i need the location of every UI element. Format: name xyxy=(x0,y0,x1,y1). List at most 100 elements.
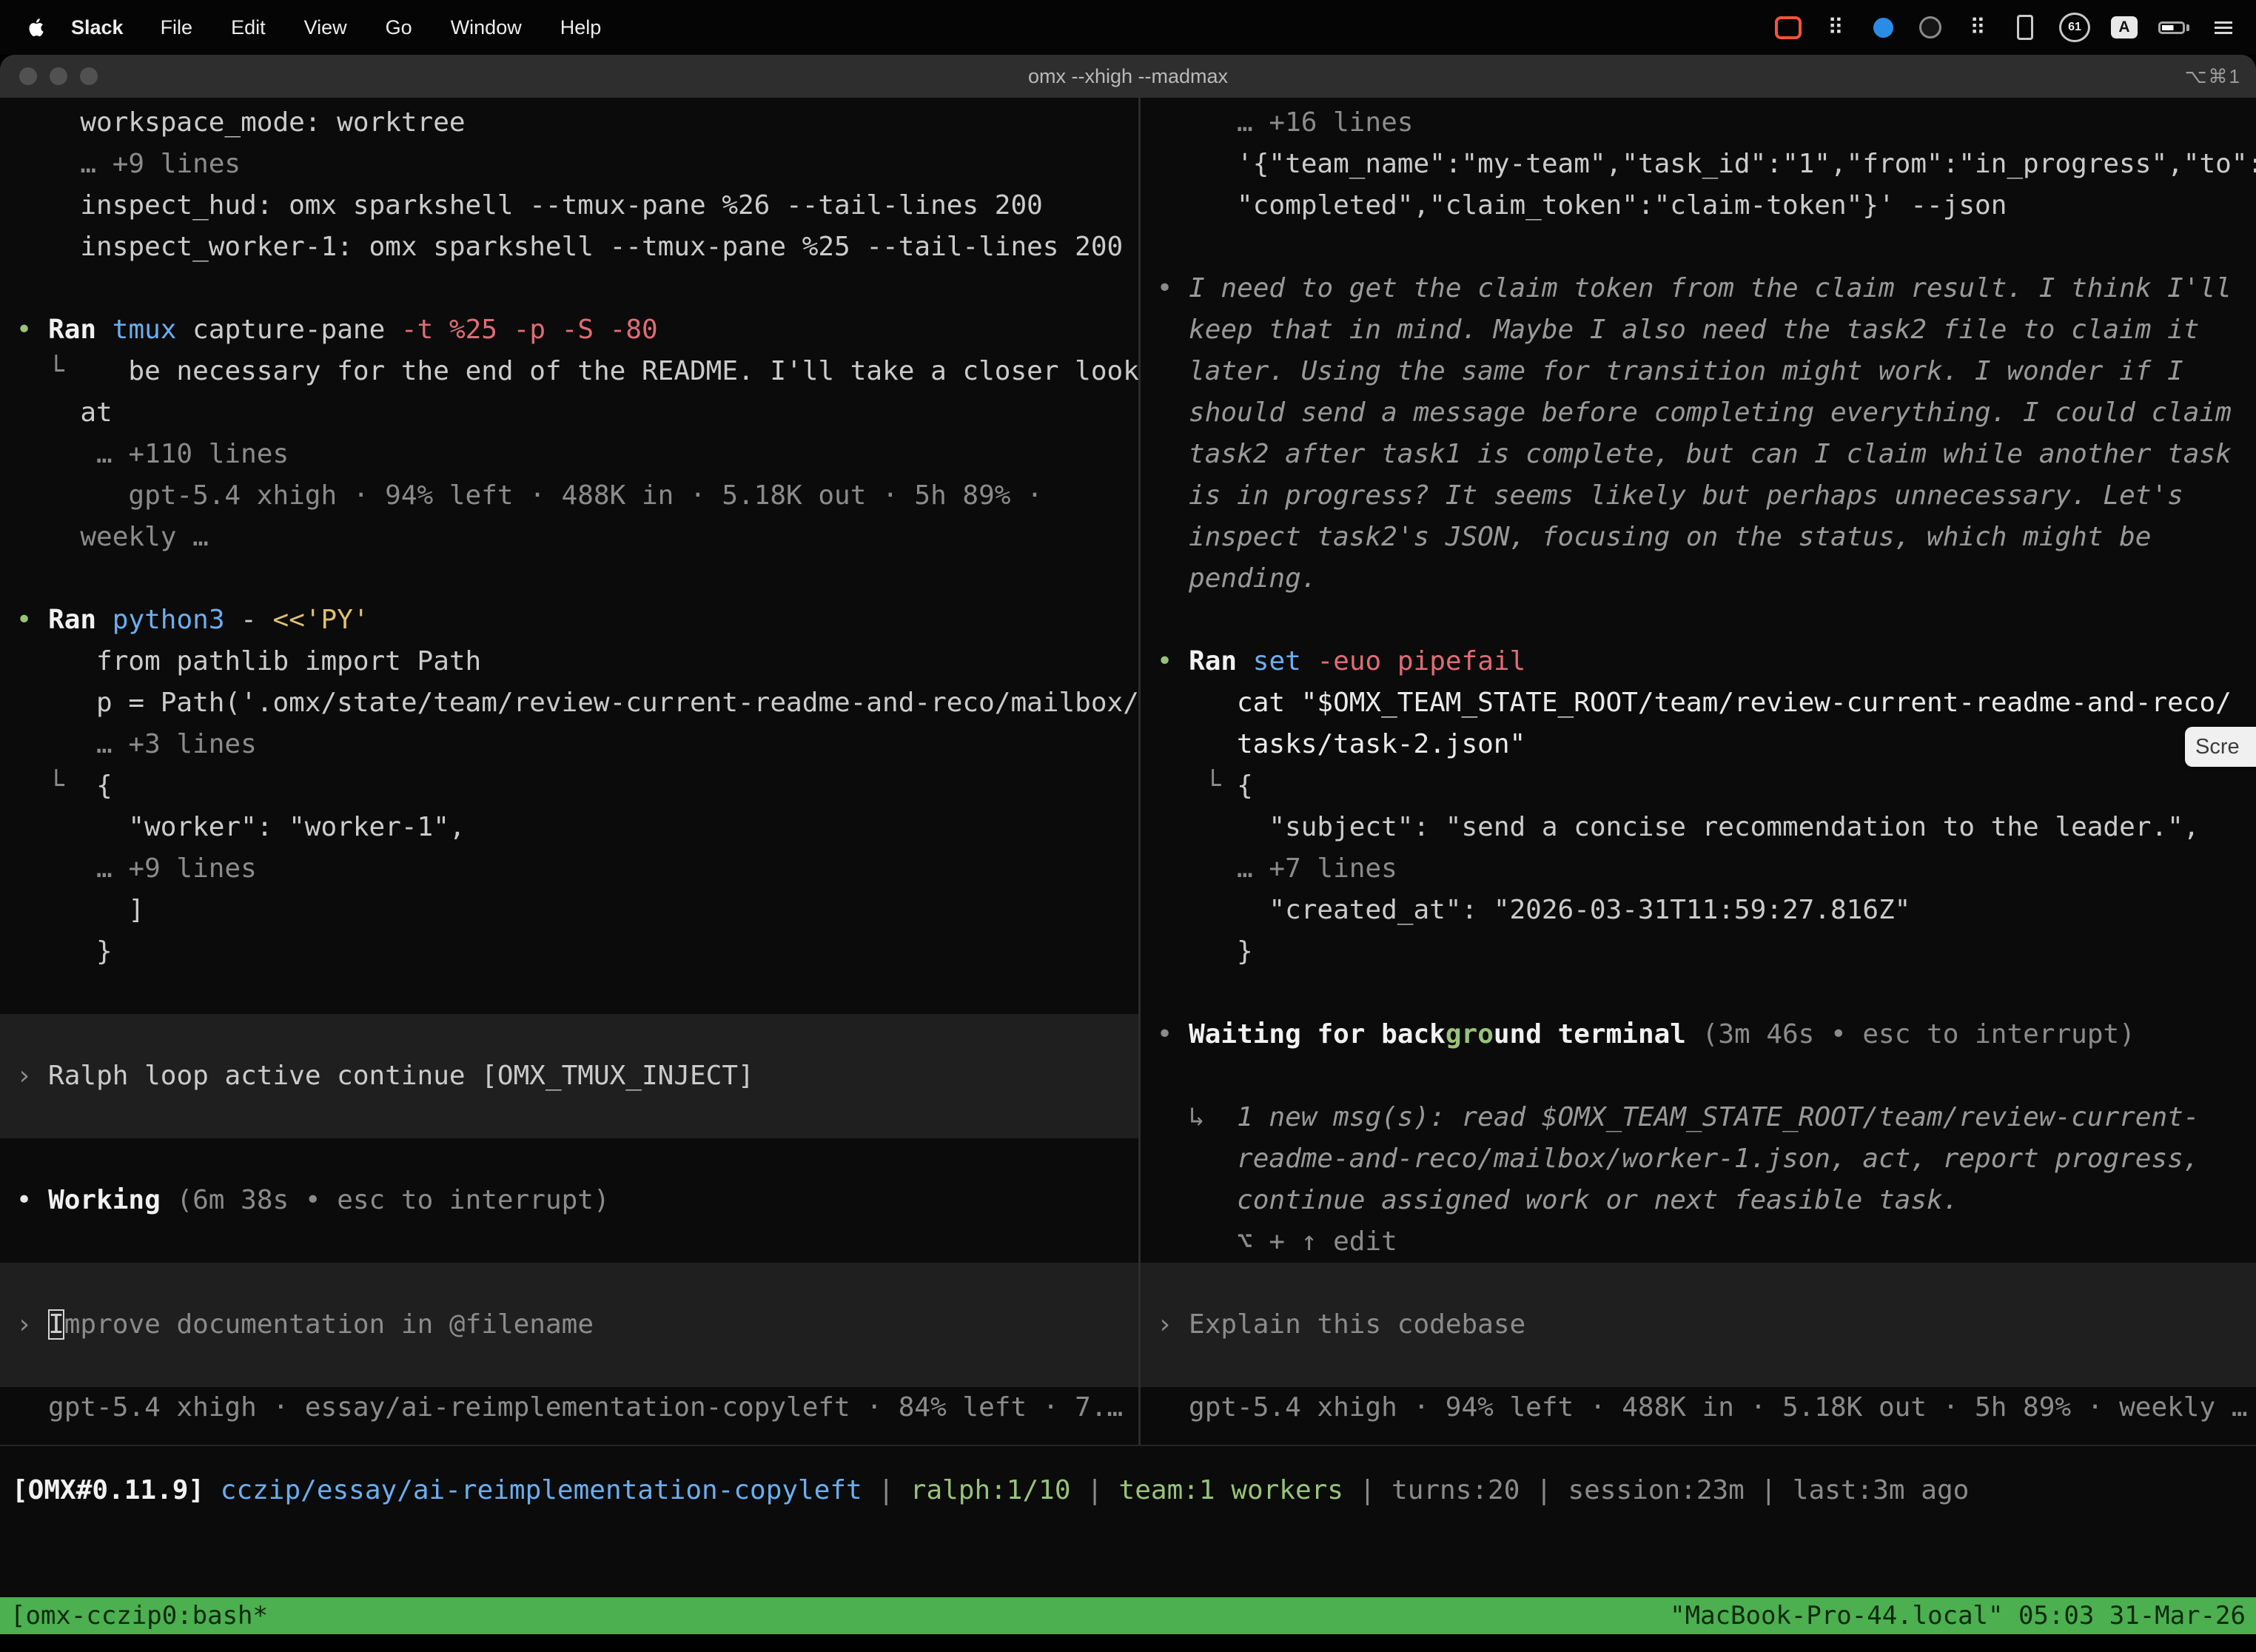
menu-item-window[interactable]: Window xyxy=(432,16,541,39)
terminal-line xyxy=(1141,1346,2256,1387)
terminal-line xyxy=(1141,973,2256,1014)
terminal-window: omx --xhigh --madmax ⌥⌘1 workspace_mode:… xyxy=(0,55,2256,1652)
terminal-line: gpt-5.4 xhigh · 94% left · 488K in · 5.1… xyxy=(0,475,1138,517)
terminal-line: … +9 lines xyxy=(0,144,1138,185)
terminal-line: … +110 lines xyxy=(0,434,1138,475)
apple-logo-icon xyxy=(25,16,47,38)
terminal-line: … +3 lines xyxy=(0,724,1138,765)
menu-items: FileEditViewGoWindowHelp xyxy=(141,16,621,39)
terminal-line: • Working (6m 38s • esc to interrupt) xyxy=(0,1180,1138,1221)
terminal-line: gpt-5.4 xhigh · 94% left · 488K in · 5.1… xyxy=(1141,1387,2256,1428)
terminal-line: workspace_mode: worktree xyxy=(0,102,1138,144)
terminal-line: "subject": "send a concise recommendatio… xyxy=(1141,807,2256,848)
desktop: Slack FileEditViewGoWindowHelp ⠿ ⠿ 61 A omx… xyxy=(0,0,2256,1652)
menu-item-edit[interactable]: Edit xyxy=(212,16,285,39)
window-shortcut-hint: ⌥⌘1 xyxy=(2185,65,2241,88)
pane-left[interactable]: workspace_mode: worktree … +9 lines insp… xyxy=(0,98,1138,1445)
terminal-line xyxy=(1141,226,2256,268)
terminal-line xyxy=(1141,1055,2256,1097)
dark-app-icon[interactable] xyxy=(1917,11,1944,44)
terminal-line: • Waiting for background terminal (3m 46… xyxy=(1141,1014,2256,1055)
terminal-line: › Explain this codebase xyxy=(1141,1304,2256,1346)
terminal-line: … +16 lines xyxy=(1141,102,2256,144)
terminal-line xyxy=(0,1138,1138,1180)
terminal-line xyxy=(0,558,1138,600)
terminal-line: keep that in mind. Maybe I also need the… xyxy=(1141,309,2256,351)
omx-status-line: [OMX#0.11.9] cczip/essay/ai-reimplementa… xyxy=(0,1446,2256,1597)
terminal-line: weekly … xyxy=(0,517,1138,558)
terminal-line xyxy=(0,268,1138,309)
terminal-line: ] xyxy=(0,890,1138,931)
terminal-line: "created_at": "2026-03-31T11:59:27.816Z" xyxy=(1141,890,2256,931)
traffic-lights xyxy=(19,67,98,85)
input-source-icon[interactable]: A xyxy=(2111,16,2138,38)
menu-item-file[interactable]: File xyxy=(141,16,212,39)
terminal-line: task2 after task1 is complete, but can I… xyxy=(1141,434,2256,475)
tmux-status-bar: [omx-cczip0:bash* "MacBook-Pro-44.local"… xyxy=(0,1597,2256,1634)
terminal-line xyxy=(0,1097,1138,1138)
window-title-bar[interactable]: omx --xhigh --madmax ⌥⌘1 xyxy=(0,55,2256,98)
terminal-line: tasks/task-2.json" xyxy=(1141,724,2256,765)
terminal-line: inspect task2's JSON, focusing on the st… xyxy=(1141,517,2256,558)
window-title: omx --xhigh --madmax xyxy=(1028,65,1228,88)
terminal-line: └ { xyxy=(0,765,1138,807)
terminal-line xyxy=(0,973,1138,1014)
blue-app-icon[interactable] xyxy=(1870,11,1896,44)
tmux-host-time-label: "MacBook-Pro-44.local" 05:03 31-Mar-26 xyxy=(1670,1601,2246,1631)
terminal-line xyxy=(0,1221,1138,1263)
screen-overlay-tooltip[interactable]: Scre xyxy=(2185,727,2256,767)
active-app-menu[interactable]: Slack xyxy=(71,16,141,39)
terminal-line: • Ran set -euo pipefail xyxy=(1141,641,2256,682)
screen-recording-stop-icon[interactable] xyxy=(1775,11,1802,44)
terminal-line: } xyxy=(0,931,1138,973)
terminal-line: is in progress? It seems likely but perh… xyxy=(1141,475,2256,517)
terminal-line: later. Using the same for transition mig… xyxy=(1141,351,2256,392)
terminal-line: at xyxy=(0,392,1138,434)
control-center-lines-icon[interactable] xyxy=(2210,11,2237,44)
tmux-session-label: [omx-cczip0:bash* xyxy=(10,1601,268,1631)
menu-item-view[interactable]: View xyxy=(285,16,366,39)
terminal-line: "worker": "worker-1", xyxy=(0,807,1138,848)
battery-gauge-icon[interactable]: 61 xyxy=(2059,13,2090,42)
menu-status-icons: ⠿ ⠿ 61 A xyxy=(1775,11,2237,44)
terminal-line: • Ran tmux capture-pane -t %25 -p -S -80 xyxy=(0,309,1138,351)
terminal-line: gpt-5.4 xhigh · essay/ai-reimplementatio… xyxy=(0,1387,1138,1428)
terminal-line: • I need to get the claim token from the… xyxy=(1141,268,2256,309)
terminal-line: ⌥ + ↑ edit xyxy=(1141,1221,2256,1263)
terminal-line: should send a message before completing … xyxy=(1141,392,2256,434)
terminal-line: … +7 lines xyxy=(1141,848,2256,890)
tmux-panes: workspace_mode: worktree … +9 lines insp… xyxy=(0,98,2256,1445)
terminal-line: └ { xyxy=(1141,765,2256,807)
minimize-button[interactable] xyxy=(50,67,67,85)
terminal-line: … +9 lines xyxy=(0,848,1138,890)
terminal-line xyxy=(0,1346,1138,1387)
terminal-line xyxy=(0,1014,1138,1055)
terminal-line: '{"team_name":"my-team","task_id":"1","f… xyxy=(1141,144,2256,185)
terminal-line: cat "$OMX_TEAM_STATE_ROOT/team/review-cu… xyxy=(1141,682,2256,724)
terminal-line: inspect_hud: omx sparkshell --tmux-pane … xyxy=(0,185,1138,226)
terminal-line xyxy=(0,1263,1138,1304)
terminal-line: p = Path('.omx/state/team/review-current… xyxy=(0,682,1138,724)
menu-item-go[interactable]: Go xyxy=(366,16,432,39)
apple-menu-icon[interactable] xyxy=(24,15,49,40)
terminal-line: readme-and-reco/mailbox/worker-1.json, a… xyxy=(1141,1138,2256,1180)
terminal-line: › Improve documentation in @filename xyxy=(0,1304,1138,1346)
terminal-line: › Ralph loop active continue [OMX_TMUX_I… xyxy=(0,1055,1138,1097)
battery-icon[interactable] xyxy=(2158,11,2189,44)
menu-bar-left: Slack FileEditViewGoWindowHelp xyxy=(19,15,620,40)
menu-item-help[interactable]: Help xyxy=(541,16,621,39)
terminal-line: "completed","claim_token":"claim-token"}… xyxy=(1141,185,2256,226)
terminal-line: pending. xyxy=(1141,558,2256,600)
close-button[interactable] xyxy=(19,67,37,85)
bottom-gap xyxy=(0,1634,2256,1652)
terminal-line: inspect_worker-1: omx sparkshell --tmux-… xyxy=(0,226,1138,268)
terminal-line: continue assigned work or next feasible … xyxy=(1141,1180,2256,1221)
zoom-button[interactable] xyxy=(80,67,98,85)
terminal-line xyxy=(1141,1263,2256,1304)
launchpad-grid-icon[interactable]: ⠿ xyxy=(1964,11,1991,44)
terminal-line: } xyxy=(1141,931,2256,973)
pane-right[interactable]: … +16 lines '{"team_name":"my-team","tas… xyxy=(1141,98,2256,1445)
keyboard-grid-icon[interactable]: ⠿ xyxy=(1822,11,1849,44)
terminal-line xyxy=(1141,600,2256,641)
phone-icon[interactable] xyxy=(2012,11,2038,44)
